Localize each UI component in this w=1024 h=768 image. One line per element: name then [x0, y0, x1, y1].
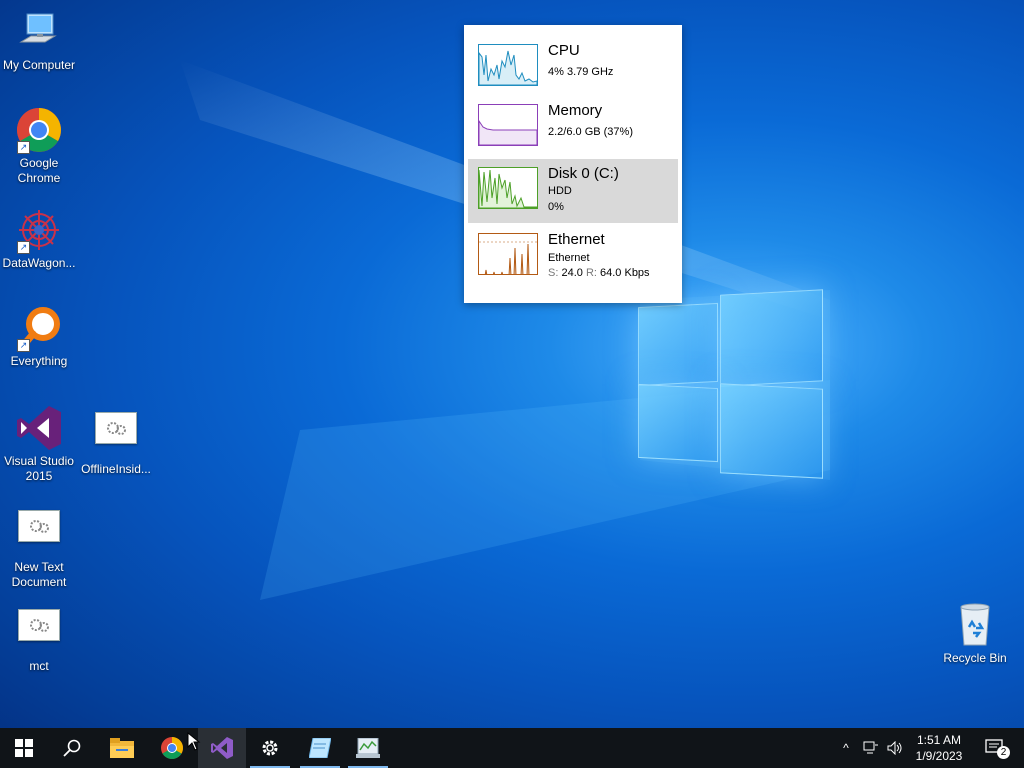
disk-type: HDD [548, 185, 572, 197]
desktop-icon-offlineinsider[interactable]: OfflineInsid... [76, 404, 156, 477]
recycle-bin-icon [951, 601, 999, 649]
desktop-icon-new-text-document[interactable]: New Text Document [0, 502, 79, 590]
volume-icon [887, 741, 902, 755]
clock-time: 1:51 AM [916, 733, 962, 747]
desktop-icon-recycle-bin[interactable]: Recycle Bin [935, 601, 1015, 666]
chrome-icon [161, 737, 183, 759]
disk-title: Disk 0 (C:) [548, 165, 619, 182]
desktop-icon-label: Google Chrome [17, 156, 61, 185]
memory-graph [478, 104, 538, 146]
chevron-up-icon: ^ [843, 741, 849, 755]
notepad-icon [309, 738, 331, 758]
task-manager-icon [356, 738, 380, 758]
shortcut-arrow-icon: ↗ [17, 241, 30, 254]
cpu-graph [478, 44, 538, 86]
search-button[interactable] [48, 728, 96, 768]
desktop-icon-datawagon[interactable]: ↗ DataWagon... [0, 206, 79, 271]
receive-label: R: [585, 267, 597, 279]
shortcut-arrow-icon: ↗ [17, 141, 30, 154]
memory-usage: 2.2/6.0 GB (37%) [548, 126, 633, 138]
magnifier-icon: ↗ [15, 304, 63, 352]
ethernet-graph [478, 233, 538, 275]
chrome-icon: ↗ [15, 106, 63, 154]
cpu-usage: 4% 3.79 GHz [548, 66, 614, 78]
wallpaper-logo-pane [638, 302, 718, 387]
clock-date: 1/9/2023 [915, 749, 963, 763]
disk-graph [478, 167, 538, 209]
desktop-icon-label: mct [29, 659, 49, 673]
send-label: S: [548, 267, 559, 279]
perf-row-memory[interactable]: Memory 2.2/6.0 GB (37%) [468, 96, 678, 160]
perf-row-disk[interactable]: Disk 0 (C:) HDD 0% [468, 159, 678, 223]
performance-widget: CPU 4% 3.79 GHz Memory 2.2/6.0 GB (37%) … [464, 25, 682, 303]
desktop-icon-label: OfflineInsid... [81, 462, 151, 476]
network-tray-button[interactable] [860, 728, 882, 768]
action-center-button[interactable]: 2 [978, 728, 1014, 768]
computer-icon [15, 8, 63, 56]
receive-value: 64.0 Kbps [600, 267, 650, 279]
batch-file-icon [92, 412, 140, 460]
file-explorer-icon [110, 738, 134, 758]
desktop-icon-label: DataWagon... [2, 256, 76, 270]
batch-file-icon [15, 510, 63, 558]
desktop-icon-visual-studio[interactable]: Visual Studio 2015 [0, 404, 79, 484]
desktop-icon-label: Recycle Bin [943, 651, 1007, 665]
wallpaper-logo-pane [638, 383, 718, 463]
start-icon [15, 739, 33, 757]
wallpaper-logo-pane [720, 383, 823, 479]
show-hidden-icons-button[interactable]: ^ [836, 728, 856, 768]
desktop-icon-mct[interactable]: mct [0, 601, 79, 674]
desktop-icon-label: New Text Document [11, 560, 67, 589]
taskbar-task-manager[interactable] [344, 728, 392, 768]
disk-usage: 0% [548, 201, 564, 213]
start-button[interactable] [0, 728, 48, 768]
taskbar-visual-studio[interactable] [198, 728, 246, 768]
volume-tray-button[interactable] [884, 728, 906, 768]
search-icon [63, 739, 81, 757]
datawagon-icon: ↗ [15, 206, 63, 254]
perf-row-ethernet[interactable]: Ethernet Ethernet S: 24.0 R: 64.0 Kbps [468, 225, 678, 289]
mouse-cursor [187, 732, 201, 751]
shortcut-arrow-icon: ↗ [17, 339, 30, 352]
desktop-icon-google-chrome[interactable]: ↗ Google Chrome [0, 106, 79, 186]
wallpaper-logo-pane [720, 289, 823, 387]
notification-badge: 2 [997, 746, 1010, 759]
desktop-icon-label: Everything [10, 354, 68, 368]
cpu-title: CPU [548, 42, 580, 59]
desktop-icon-label: Visual Studio 2015 [4, 454, 74, 483]
memory-title: Memory [548, 102, 603, 119]
taskbar-settings[interactable] [246, 728, 294, 768]
batch-file-icon [15, 609, 63, 657]
send-value: 24.0 [561, 267, 583, 279]
taskbar-file-explorer[interactable] [98, 728, 146, 768]
desktop-icon-label: My Computer [2, 58, 76, 72]
desktop-icon-my-computer[interactable]: My Computer [0, 8, 79, 73]
network-icon [863, 741, 878, 754]
perf-row-cpu[interactable]: CPU 4% 3.79 GHz [468, 36, 678, 100]
ethernet-title: Ethernet [548, 231, 605, 248]
ethernet-adapter: Ethernet [548, 252, 590, 264]
visual-studio-icon [211, 737, 233, 759]
settings-icon [262, 740, 278, 756]
ethernet-throughput: S: 24.0 R: 64.0 Kbps [548, 267, 650, 279]
taskbar-notepad[interactable] [296, 728, 344, 768]
visual-studio-icon [15, 404, 63, 452]
desktop-icon-everything[interactable]: ↗ Everything [0, 304, 79, 369]
clock[interactable]: 1:51 AM 1/9/2023 [908, 728, 970, 768]
taskbar: ^ 1:51 AM 1/9/2023 2 [0, 728, 1024, 768]
